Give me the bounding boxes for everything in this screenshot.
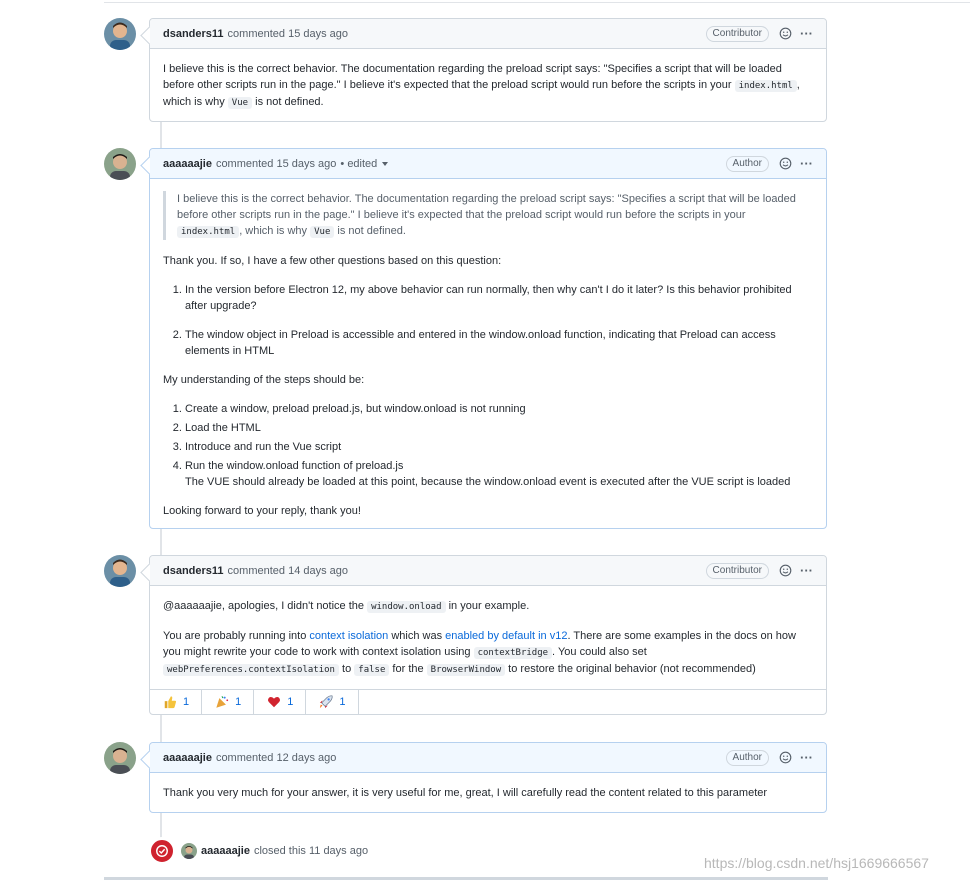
step-note: The VUE should already be loaded at this… xyxy=(185,476,791,488)
contributor-badge: Contributor xyxy=(705,25,769,42)
context-isolation-link[interactable]: context isolation xyxy=(309,630,388,642)
list-item: The window object in Preload is accessib… xyxy=(185,327,813,359)
comment-header: dsanders11 commented 14 days ago Contrib… xyxy=(150,556,826,586)
tada-icon xyxy=(214,695,229,710)
avatar-aaaaaajie[interactable] xyxy=(104,148,136,180)
heart-icon xyxy=(266,695,281,710)
questions-list: In the version before Electron 12, my ab… xyxy=(163,282,813,359)
comment-author[interactable]: dsanders11 xyxy=(163,565,224,577)
event-author[interactable]: aaaaaajie xyxy=(201,845,250,857)
comment-author[interactable]: aaaaaajie xyxy=(163,752,212,764)
kebab-menu-icon[interactable]: ··· xyxy=(800,564,813,577)
edited-dropdown[interactable]: • edited xyxy=(340,158,377,170)
inline-code: contextBridge xyxy=(473,647,553,659)
smiley-icon[interactable] xyxy=(778,751,792,765)
chevron-down-icon[interactable] xyxy=(382,161,389,166)
kebab-menu-icon[interactable]: ··· xyxy=(800,27,813,40)
inline-code: window.onload xyxy=(367,601,446,613)
comment-timestamp[interactable]: commented 14 days ago xyxy=(228,565,348,577)
inline-code: webPreferences.contextIsolation xyxy=(163,664,339,676)
inline-code: false xyxy=(354,664,390,676)
comment-paragraph: Thank you. If so, I have a few other que… xyxy=(163,255,502,267)
top-divider xyxy=(104,2,970,3)
comment-header: aaaaaajie commented 12 days ago Author ·… xyxy=(150,743,826,773)
comment-paragraph: You are probably running into context is… xyxy=(163,630,796,676)
reaction-rocket[interactable]: 1 xyxy=(306,690,359,714)
timeline-line xyxy=(160,122,162,148)
author-badge: Author xyxy=(725,749,769,766)
contributor-badge: Contributor xyxy=(705,562,769,579)
comment-timestamp[interactable]: commented 15 days ago xyxy=(216,158,336,170)
inline-code: index.html xyxy=(177,226,240,238)
comment-header: dsanders11 commented 15 days ago Contrib… xyxy=(150,19,826,49)
smiley-icon[interactable] xyxy=(778,157,792,171)
enabled-by-default-link[interactable]: enabled by default in v12 xyxy=(445,630,567,642)
bottom-divider xyxy=(104,877,828,880)
kebab-menu-icon[interactable]: ··· xyxy=(800,157,813,170)
comment-body: Thank you very much for your answer, it … xyxy=(150,773,826,811)
comment-author[interactable]: aaaaaajie xyxy=(163,158,212,170)
avatar-dsanders11[interactable] xyxy=(104,555,136,587)
comment-header: aaaaaajie commented 15 days ago • edited… xyxy=(150,149,826,179)
inline-code: Vue xyxy=(310,226,335,238)
kebab-menu-icon[interactable]: ··· xyxy=(800,751,813,764)
comment-body: I believe this is the correct behavior. … xyxy=(150,179,826,529)
avatar-aaaaaajie[interactable] xyxy=(104,742,136,774)
closed-event: aaaaaajie closed this 11 days ago xyxy=(149,838,368,864)
watermark: https://blog.csdn.net/hsj1669666567 xyxy=(704,855,929,871)
closed-icon xyxy=(149,838,175,864)
comment-paragraph: Looking forward to your reply, thank you… xyxy=(163,505,361,517)
comment-card: dsanders11 commented 15 days ago Contrib… xyxy=(149,18,827,122)
inline-code: BrowserWindow xyxy=(426,664,506,676)
comment-card: dsanders11 commented 14 days ago Contrib… xyxy=(149,555,827,715)
comment-paragraph: Thank you very much for your answer, it … xyxy=(163,787,768,799)
thumbs-up-icon xyxy=(162,695,177,710)
avatar-dsanders11[interactable] xyxy=(104,18,136,50)
author-badge: Author xyxy=(725,155,769,172)
comment-card: aaaaaajie commented 12 days ago Author ·… xyxy=(149,742,827,813)
comment-card: aaaaaajie commented 15 days ago • edited… xyxy=(149,148,827,529)
comment-body: @aaaaaajie, apologies, I didn't notice t… xyxy=(150,586,826,689)
smiley-icon[interactable] xyxy=(778,27,792,41)
inline-code: Vue xyxy=(227,97,253,109)
comment-paragraph: My understanding of the steps should be: xyxy=(163,374,365,386)
comment-paragraph: I believe this is the correct behavior. … xyxy=(163,63,800,109)
reaction-heart[interactable]: 1 xyxy=(254,690,307,714)
timeline-line xyxy=(160,529,162,555)
comment-author[interactable]: dsanders11 xyxy=(163,28,224,40)
smiley-icon[interactable] xyxy=(778,564,792,578)
inline-code: index.html xyxy=(734,80,797,92)
rocket-icon xyxy=(318,695,333,710)
list-item: Create a window, preload preload.js, but… xyxy=(185,401,813,417)
quote-block: I believe this is the correct behavior. … xyxy=(163,191,813,240)
timeline-line xyxy=(160,715,162,742)
timeline-line xyxy=(160,813,162,839)
reactions-bar: 1 1 1 1 xyxy=(150,689,826,714)
list-item: Load the HTML xyxy=(185,420,813,436)
list-item: Introduce and run the Vue script xyxy=(185,439,813,455)
comment-body: I believe this is the correct behavior. … xyxy=(150,49,826,121)
avatar-aaaaaajie[interactable] xyxy=(181,843,197,859)
steps-list: Create a window, preload preload.js, but… xyxy=(163,401,813,490)
list-item: Run the window.onload function of preloa… xyxy=(185,458,813,490)
event-text: closed this 11 days ago xyxy=(253,845,369,857)
comment-timestamp[interactable]: commented 12 days ago xyxy=(216,752,336,764)
comment-paragraph: @aaaaaajie, apologies, I didn't notice t… xyxy=(163,600,530,613)
comment-timestamp[interactable]: commented 15 days ago xyxy=(228,28,348,40)
reaction-thumbs-up[interactable]: 1 xyxy=(150,690,203,714)
reaction-tada[interactable]: 1 xyxy=(202,690,255,714)
list-item: In the version before Electron 12, my ab… xyxy=(185,282,813,314)
